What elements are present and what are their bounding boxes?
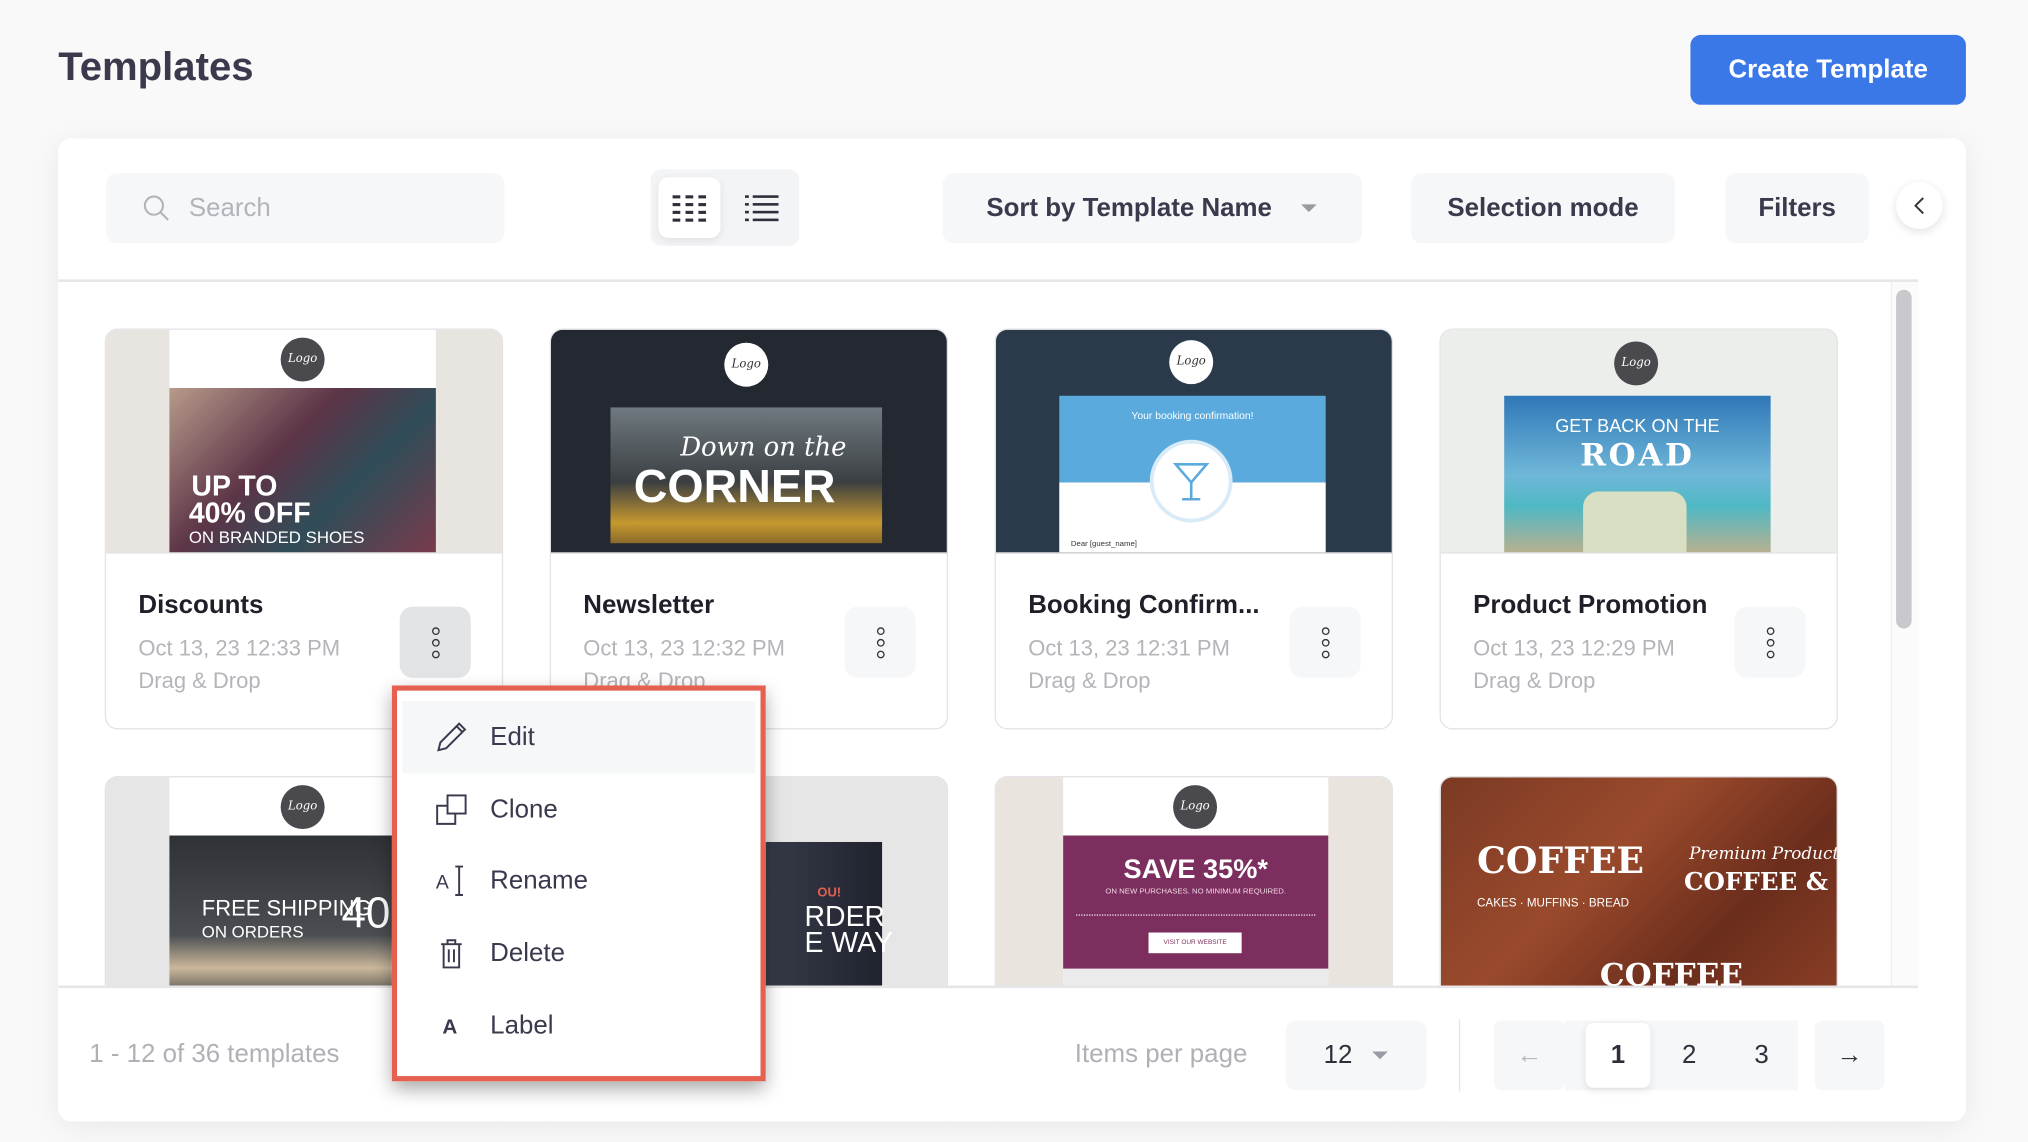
cocktail-icon <box>1172 463 1210 501</box>
chevron-down-icon <box>1301 204 1318 213</box>
kebab-icon <box>1321 626 1329 635</box>
logo-image: Logo <box>724 342 769 387</box>
prev-page-button[interactable]: ← <box>1493 1020 1565 1091</box>
page-title: Templates <box>58 43 254 90</box>
template-title: Booking Confirm... <box>1028 591 1260 620</box>
menu-item-rename[interactable]: A Rename <box>402 845 755 917</box>
items-per-page-select[interactable]: 12 <box>1285 1020 1427 1091</box>
page-1-button[interactable]: 1 <box>1585 1023 1651 1088</box>
template-date: Oct 13, 23 12:33 PM <box>138 636 341 661</box>
clone-icon <box>436 794 467 825</box>
logo-image: Logo <box>1173 785 1218 830</box>
list-view-button[interactable] <box>731 177 793 238</box>
template-date: Oct 13, 23 12:31 PM <box>1028 636 1230 661</box>
svg-text:A: A <box>442 1015 457 1038</box>
logo-image: Logo <box>280 337 325 382</box>
template-date: Oct 13, 23 12:29 PM <box>1473 636 1675 661</box>
kebab-icon <box>431 626 440 635</box>
template-card[interactable]: Logo Down on the CORNER Newsletter Oct 1… <box>549 328 949 730</box>
sort-label: Sort by Template Name <box>986 193 1272 222</box>
trash-icon <box>441 939 462 969</box>
template-type: Drag & Drop <box>1473 668 1596 694</box>
chevron-down-icon <box>1371 1051 1388 1060</box>
search-input[interactable]: Search <box>106 173 505 244</box>
list-icon <box>744 194 779 221</box>
rename-icon: A <box>436 865 464 896</box>
kebab-icon <box>876 626 885 635</box>
more-options-button[interactable] <box>844 606 916 678</box>
template-card[interactable]: Logo GET BACK ON THE ROAD Product Promot… <box>1439 328 1838 730</box>
template-type: Drag & Drop <box>1028 668 1151 694</box>
templates-panel: Search Sort by Template Name Selection m… <box>58 138 1966 1122</box>
page-3-button[interactable]: 3 <box>1729 1023 1794 1088</box>
view-toggle <box>650 169 800 246</box>
footer-divider <box>1458 1019 1461 1092</box>
logo-image: Logo <box>1169 340 1214 385</box>
search-placeholder: Search <box>188 193 271 222</box>
menu-item-edit[interactable]: Edit <box>402 701 756 774</box>
search-icon <box>143 195 169 221</box>
grid-view-button[interactable] <box>658 177 721 238</box>
sort-dropdown[interactable]: Sort by Template Name <box>942 173 1362 244</box>
filters-button[interactable]: Filters <box>1725 173 1869 244</box>
template-thumbnail: Logo UP TO 40% OFF ON BRANDED SHOES <box>106 329 502 554</box>
menu-item-delete[interactable]: Delete <box>402 917 755 989</box>
results-summary: 1 - 12 of 36 templates <box>89 1039 340 1069</box>
template-title: Newsletter <box>583 591 715 620</box>
selection-mode-button[interactable]: Selection mode <box>1411 173 1675 244</box>
create-template-button[interactable]: Create Template <box>1690 34 1966 105</box>
grid-icon <box>672 194 707 222</box>
label-icon: A <box>442 1015 457 1038</box>
items-per-page-label: Items per page <box>1074 1039 1248 1069</box>
kebab-icon <box>1766 626 1774 635</box>
pencil-icon <box>437 722 467 752</box>
toolbar-divider <box>58 279 1919 282</box>
more-options-button[interactable] <box>1289 606 1361 678</box>
template-title: Product Promotion <box>1473 591 1708 620</box>
chevron-left-icon <box>1914 197 1924 215</box>
template-date: Oct 13, 23 12:32 PM <box>583 636 785 661</box>
template-thumbnail: COFFEE CAKES · MUFFINS · BREAD Premium P… <box>1440 777 1837 1002</box>
template-thumbnail: Logo Your booking confirmation! Dear [gu… <box>995 329 1392 554</box>
items-per-page-value: 12 <box>1323 1040 1353 1069</box>
pagination-footer: 1 - 12 of 36 templates Items per page 12… <box>58 985 1919 1122</box>
svg-text:A: A <box>436 872 449 894</box>
page-2-button[interactable]: 2 <box>1657 1023 1722 1088</box>
template-card[interactable]: Logo Your booking confirmation! Dear [gu… <box>994 328 1393 730</box>
logo-image: Logo <box>280 785 325 830</box>
template-thumbnail: Logo SAVE 35%* ON NEW PURCHASES. NO MINI… <box>995 777 1392 1002</box>
template-thumbnail: Logo Down on the CORNER <box>550 329 947 554</box>
menu-item-clone[interactable]: Clone <box>402 773 755 845</box>
template-title: Discounts <box>138 591 264 620</box>
collapse-panel-button[interactable] <box>1896 182 1943 229</box>
scrollbar-thumb[interactable] <box>1896 289 1912 629</box>
more-options-button[interactable] <box>1734 606 1806 678</box>
template-context-menu: Edit Clone A Rename Delete A Label <box>391 685 766 1082</box>
logo-image: Logo <box>1614 341 1659 386</box>
more-options-button[interactable] <box>399 606 471 678</box>
template-type: Drag & Drop <box>138 668 261 694</box>
templates-page: Templates Create Template Search Sort by… <box>0 0 2028 1142</box>
template-thumbnail: Logo GET BACK ON THE ROAD <box>1440 329 1837 554</box>
template-card[interactable]: Logo UP TO 40% OFF ON BRANDED SHOES Disc… <box>104 328 504 730</box>
menu-item-label[interactable]: A Label <box>402 989 755 1061</box>
next-page-button[interactable]: → <box>1814 1020 1885 1091</box>
